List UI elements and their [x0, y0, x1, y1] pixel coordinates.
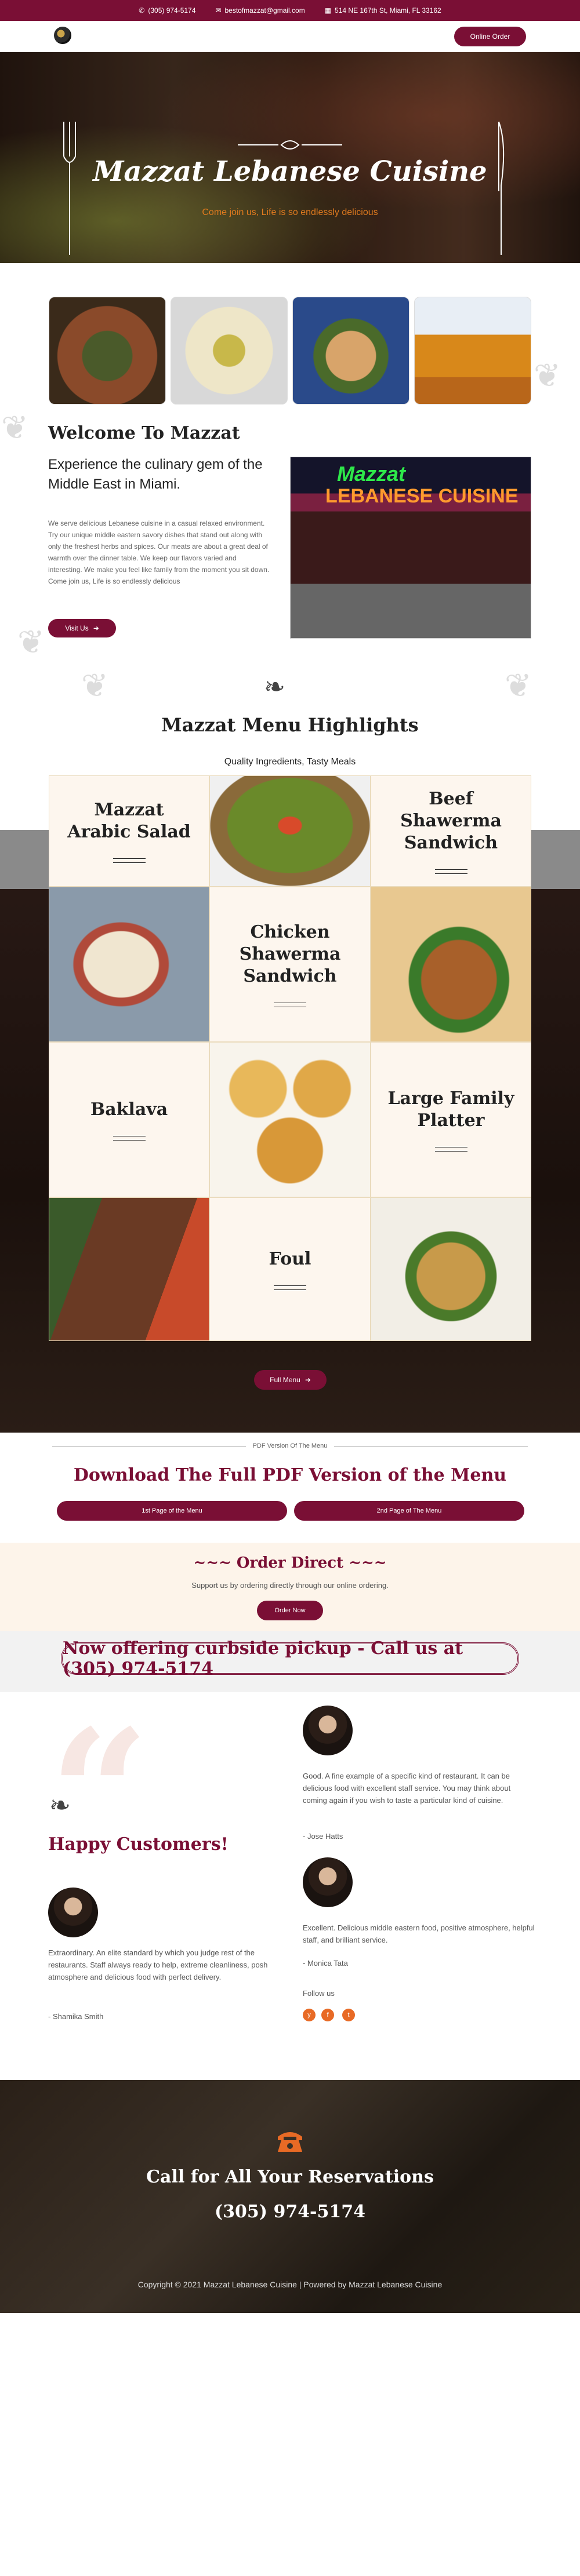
menu-item-beef-shawerma[interactable]: Beef Shawerma Sandwich: [371, 775, 531, 887]
menu-item-chicken-shawerma[interactable]: Chicken Shawerma Sandwich: [209, 887, 371, 1042]
visit-us-button[interactable]: Visit Us ➜: [48, 619, 116, 637]
knife-icon: [498, 121, 505, 255]
testimonial-text: Good. A fine example of a specific kind …: [303, 1772, 511, 1805]
arrow-right-icon: ➜: [304, 1376, 311, 1384]
leaf-decoration-icon: ❦: [81, 667, 108, 704]
avatar: [303, 1706, 353, 1755]
full-menu-button[interactable]: Full Menu ➜: [254, 1370, 327, 1390]
order-direct-section: ~~~ Order Direct ~~~ Support us by order…: [0, 1543, 580, 1631]
menu-image-kebab: [49, 1197, 209, 1341]
testimonial-author: - Monica Tata: [303, 1959, 348, 1967]
hero-subtitle: Come join us, Life is so endlessly delic…: [202, 207, 378, 217]
menu-item-family-platter[interactable]: Large Family Platter: [371, 1042, 531, 1197]
testimonial-text: Excellent. Delicious middle eastern food…: [303, 1923, 535, 1944]
gallery-image-stuffed-grape-leaves[interactable]: [49, 297, 166, 405]
menu-item-baklava[interactable]: Baklava: [49, 1042, 209, 1197]
facebook-icon[interactable]: f: [321, 2009, 334, 2021]
phone-icon: ✆: [139, 6, 145, 14]
menu-image-salad: [209, 775, 371, 887]
testimonial-author: - Shamika Smith: [48, 2012, 104, 2021]
hero-title: Mazzat Lebanese Cuisine: [93, 155, 487, 188]
welcome-title: Welcome To Mazzat: [48, 423, 240, 443]
order-now-button[interactable]: Order Now: [257, 1601, 323, 1620]
mail-icon: ✉: [215, 6, 222, 14]
site-footer: Call for All Your Reservations (305) 974…: [0, 2080, 580, 2313]
twitter-icon[interactable]: t: [342, 2009, 355, 2021]
avatar: [48, 1888, 98, 1937]
order-direct-title: ~~~ Order Direct ~~~: [193, 1554, 387, 1572]
storefront-sign-mazzat: Mazzat: [337, 462, 406, 486]
sprig-icon: ❧: [264, 673, 285, 701]
building-icon: ▦: [324, 6, 332, 14]
gallery-image-wrap-plate[interactable]: [292, 297, 409, 405]
gallery-image-hummus[interactable]: [171, 297, 288, 405]
pdf-title: Download The Full PDF Version of the Men…: [73, 1465, 507, 1485]
hero-banner: Mazzat Lebanese Cuisine Come join us, Li…: [0, 52, 580, 263]
testimonial-author: - Jose Hatts: [303, 1832, 343, 1841]
pdf-label: PDF Version Of The Menu: [0, 1442, 580, 1449]
copyright: Copyright © 2021 Mazzat Lebanese Cuisine…: [137, 2280, 443, 2289]
sprig-icon: ❧: [49, 1791, 71, 1820]
phone-contact[interactable]: ✆ (305) 974-5174: [139, 6, 195, 14]
email-contact[interactable]: ✉ bestofmazzat@gmail.com: [215, 6, 304, 14]
gallery-image-knafeh[interactable]: [414, 297, 531, 405]
arrow-right-icon: ➜: [93, 624, 99, 632]
telephone-icon: [278, 2132, 302, 2152]
reservations-phone[interactable]: (305) 974-5174: [0, 2202, 580, 2222]
menu-image-foul: [371, 1197, 531, 1341]
menu-item-arabic-salad[interactable]: Mazzat Arabic Salad: [49, 775, 209, 887]
menu-item-foul[interactable]: Foul: [209, 1197, 371, 1341]
testimonial-text: Extraordinary. An elite standard by whic…: [48, 1948, 268, 1981]
ornament-divider-icon: [238, 140, 342, 150]
menu-image-baklava: [209, 1042, 371, 1197]
leaf-decoration-icon: ❦: [534, 357, 561, 393]
yelp-icon[interactable]: y: [303, 2009, 316, 2021]
site-header: Online Order: [0, 21, 580, 52]
site-logo[interactable]: [54, 27, 71, 44]
curbside-banner[interactable]: Now offering curbside pickup - Call us a…: [61, 1638, 519, 1679]
fork-icon: [63, 122, 76, 255]
food-gallery: [49, 297, 531, 405]
welcome-subtitle: Experience the culinary gem of the Middl…: [48, 457, 263, 492]
menu-page-1-button[interactable]: 1st Page of the Menu: [57, 1501, 287, 1521]
menu-grid: Mazzat Arabic Salad Beef Shawerma Sandwi…: [49, 775, 531, 1341]
avatar: [303, 1857, 353, 1907]
testimonials-heading: Happy Customers!: [48, 1834, 229, 1854]
menu-image-wrap: [49, 887, 209, 1042]
leaf-decoration-icon: ❦: [17, 624, 45, 660]
follow-us-label: Follow us: [303, 1989, 335, 1998]
reservations-heading: Call for All Your Reservations: [146, 2167, 434, 2187]
online-order-button[interactable]: Online Order: [454, 27, 526, 46]
menu-page-2-button[interactable]: 2nd Page of The Menu: [294, 1501, 524, 1521]
menu-title: Mazzat Menu Highlights: [161, 714, 419, 736]
address-contact[interactable]: ▦ 514 NE 167th St, Miami, FL 33162: [325, 6, 441, 14]
leaf-decoration-icon: ❦: [505, 667, 532, 704]
menu-image-chicken-sandwich: [371, 887, 531, 1042]
welcome-text: We serve delicious Lebanese cuisine in a…: [48, 519, 270, 585]
storefront-image: Mazzat LEBANESE CUISINE: [290, 457, 531, 639]
order-direct-text: Support us by ordering directly through …: [191, 1581, 389, 1590]
curbside-section: Now offering curbside pickup - Call us a…: [0, 1631, 580, 1692]
top-bar: ✆ (305) 974-5174 ✉ bestofmazzat@gmail.com …: [0, 0, 580, 21]
menu-subtitle: Quality Ingredients, Tasty Meals: [224, 757, 356, 767]
storefront-sign-cuisine: LEBANESE CUISINE: [325, 485, 519, 507]
leaf-decoration-icon: ❦: [1, 409, 28, 446]
